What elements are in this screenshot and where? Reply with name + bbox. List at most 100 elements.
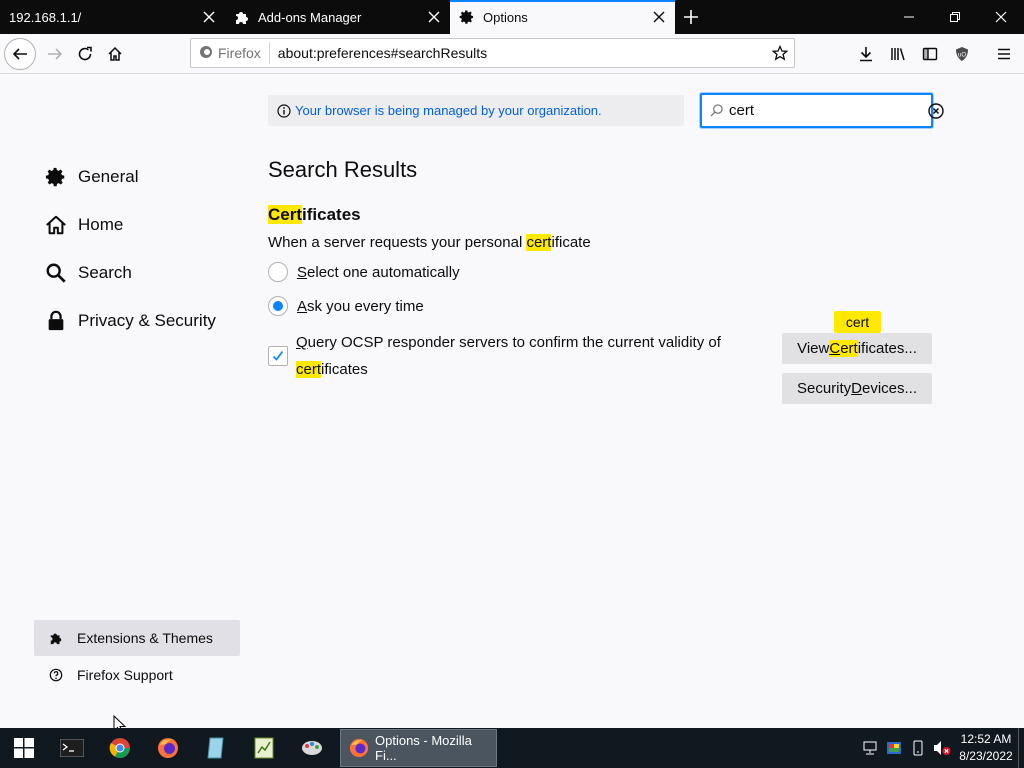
ocsp-checkbox[interactable] [268,346,288,366]
certificate-request-description: When a server requests your personal cer… [268,234,591,251]
restore-button[interactable] [932,0,978,34]
clear-search-icon[interactable] [928,102,944,119]
paint-taskbar-icon[interactable] [288,728,336,768]
view-certificates-button[interactable]: View Cert ificates... [782,333,932,364]
library-button[interactable] [882,38,914,70]
firefox-support-link[interactable]: Firefox Support [34,657,240,693]
puzzle-icon [48,631,64,645]
checkmark-icon [272,350,284,361]
policies-notice[interactable]: Your browser is being managed by your or… [268,95,684,126]
preferences-search[interactable] [700,93,944,128]
search-highlight: cert [526,234,552,251]
new-tab-button[interactable] [675,0,707,34]
library-icon [891,48,905,61]
tab-options[interactable]: Options [450,0,675,34]
tab-strip: 192.168.1.1/ Add-ons Manager Options [0,0,1024,34]
home-icon [44,213,68,237]
footer-label: Firefox Support [77,667,173,683]
hamburger-icon [998,48,1010,60]
gear-icon [44,165,68,189]
ublock-button[interactable]: uO [946,38,978,70]
terminal-taskbar-icon[interactable] [48,728,96,768]
close-icon[interactable] [651,9,667,25]
category-general[interactable]: General [44,153,244,201]
forward-arrow-icon [48,47,63,60]
notepad-taskbar-icon[interactable] [192,728,240,768]
help-icon [48,668,64,682]
extensions-themes-link[interactable]: Extensions & Themes [34,620,240,656]
radio-label: Select one automatically [297,263,460,281]
ocsp-label: Query OCSP responder servers to confirm … [296,334,721,378]
url-bar[interactable]: Firefox about:preferences#searchResults [190,38,795,68]
tab-router[interactable]: 192.168.1.1/ [0,0,225,34]
close-icon[interactable] [201,9,217,25]
firefox-icon [349,738,369,758]
volume-muted-icon[interactable] [930,728,954,768]
search-tooltip: cert [834,311,881,333]
search-highlight: cert [296,361,322,378]
radio-button[interactable] [268,262,288,282]
firefox-icon [199,45,213,62]
info-icon [277,103,291,118]
network-tray-icon[interactable] [858,728,882,768]
close-icon[interactable] [426,9,442,25]
security-devices-button[interactable]: Security Devices... [782,373,932,404]
firefox-taskbar-icon[interactable] [144,728,192,768]
category-label: Privacy & Security [78,311,216,330]
shield-icon: uO [956,47,968,61]
forward-button[interactable] [40,39,70,69]
device-tray-icon[interactable] [906,728,930,768]
bookmark-star-icon[interactable] [766,45,794,61]
back-arrow-icon [12,47,27,60]
start-button[interactable] [0,728,48,768]
downloads-button[interactable] [850,38,882,70]
radio-select-automatically[interactable]: Select one automatically [268,255,932,289]
taskbar-window-firefox[interactable]: Options - Mozilla Fi... [340,729,497,767]
sidebar-footer: Extensions & Themes Firefox Support [34,620,240,693]
sidebar-icon [922,47,938,61]
menu-button[interactable] [988,38,1020,70]
preferences-page: Your browser is being managed by your or… [0,75,1024,735]
puzzle-icon [234,9,252,25]
radio-label: Ask you every time [297,297,424,315]
tab-title: Options [483,9,528,25]
navigation-toolbar: Firefox about:preferences#searchResults … [0,34,1024,74]
taskbar-window-title: Options - Mozilla Fi... [375,733,472,763]
identity-box[interactable]: Firefox [191,42,270,64]
right-toolbar: uO [850,34,1024,74]
radio-ask-every-time[interactable]: Ask you every time [268,289,932,323]
search-icon [710,104,723,117]
footer-label: Extensions & Themes [77,630,213,646]
sidebar-button[interactable] [914,38,946,70]
identity-label: Firefox [218,45,261,61]
taskbar-clock[interactable]: 12:52 AM 8/23/2022 [954,731,1018,765]
minimize-button[interactable] [886,0,932,34]
windows-taskbar: Options - Mozilla Fi... 12:52 AM 8/23/20… [0,728,1024,768]
radio-button-selected[interactable] [268,296,288,316]
category-label: General [78,167,139,186]
category-privacy[interactable]: Privacy & Security [44,297,244,345]
page-title: Search Results [268,157,418,182]
tab-addons-manager[interactable]: Add-ons Manager [225,0,450,34]
search-icon [44,261,68,285]
tab-title: 192.168.1.1/ [9,9,82,25]
category-label: Home [78,215,124,234]
category-home[interactable]: Home [44,201,244,249]
category-search[interactable]: Search [44,249,244,297]
lock-icon [44,309,68,333]
chrome-taskbar-icon[interactable] [96,728,144,768]
url-text[interactable]: about:preferences#searchResults [270,45,766,61]
reload-button[interactable] [70,39,100,69]
certificates-heading: Certificates [268,205,361,224]
spreadsheet-taskbar-icon[interactable] [240,728,288,768]
back-button[interactable] [4,37,36,70]
home-icon [108,46,122,61]
display-tray-icon[interactable] [882,728,906,768]
clock-date: 8/23/2022 [959,749,1013,763]
home-button[interactable] [100,39,130,69]
close-window-button[interactable] [978,0,1024,34]
show-desktop-button[interactable] [1018,728,1024,768]
search-input[interactable] [729,102,928,119]
policies-notice-text[interactable]: Your browser is being managed by your or… [295,103,602,118]
search-highlight: Cert [268,205,303,224]
